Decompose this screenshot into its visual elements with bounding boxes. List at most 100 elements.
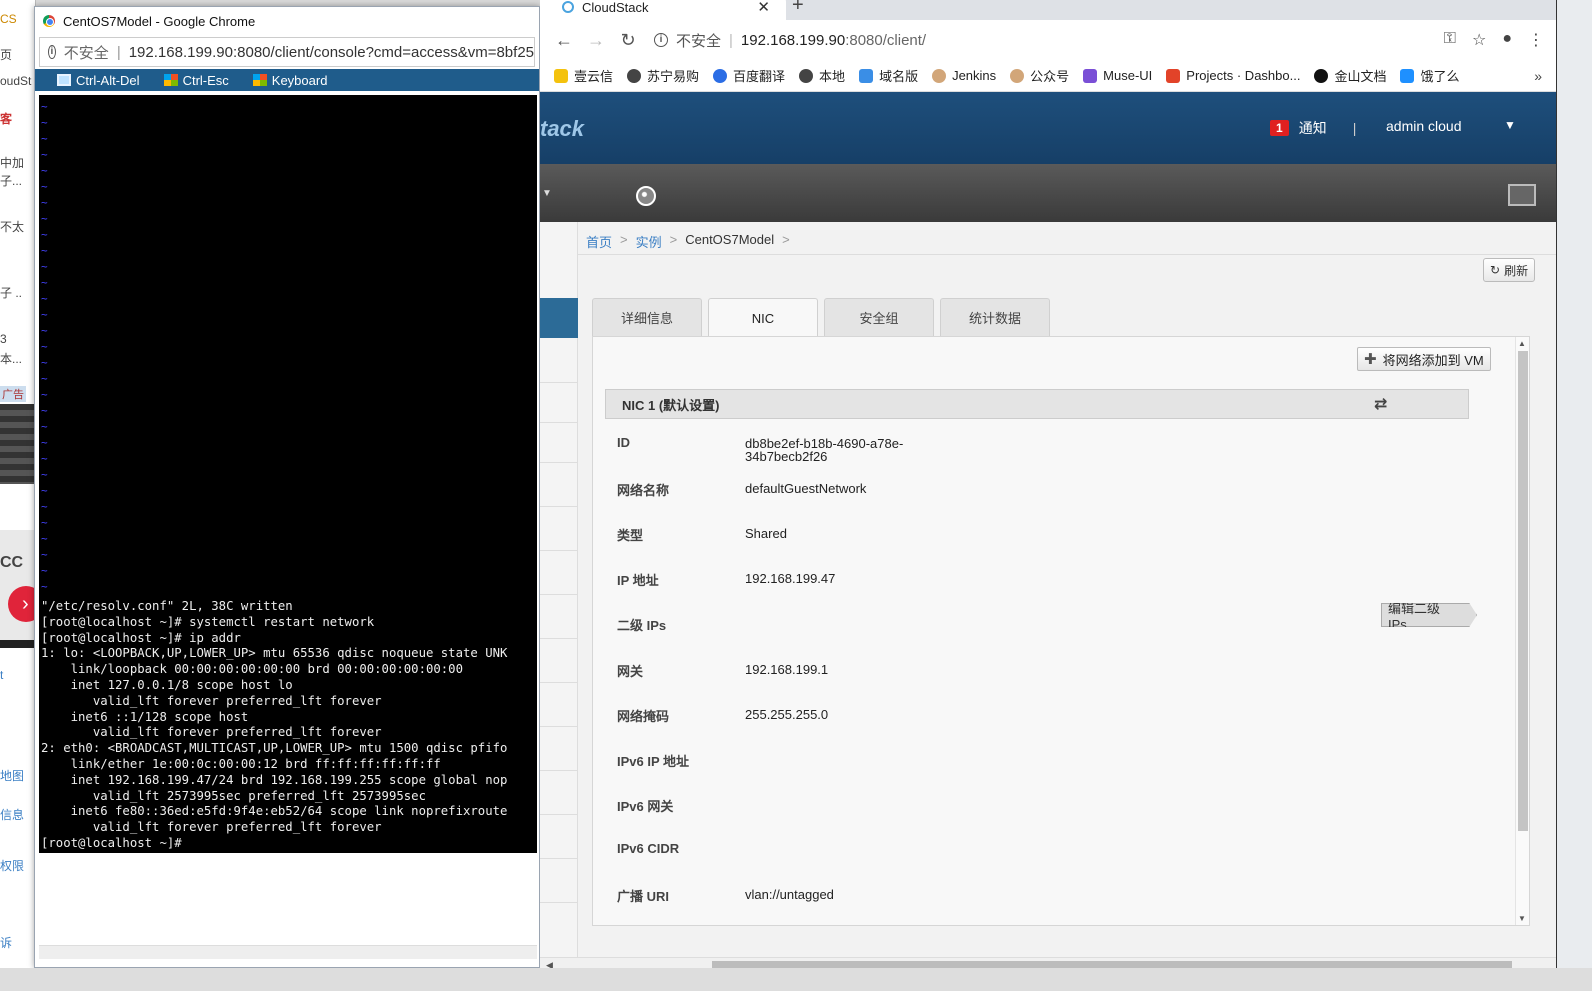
sidebar-divider bbox=[540, 638, 578, 639]
field-value: Shared bbox=[745, 526, 787, 541]
vim-tilde: ~ bbox=[41, 388, 48, 401]
terminal-line: valid_lft forever preferred_lft forever bbox=[41, 820, 382, 835]
tab-strip: CloudStack ✕ + bbox=[540, 0, 1556, 20]
notifications-button[interactable]: 1 通知 | bbox=[1270, 118, 1356, 138]
terminal-line: 1: lo: <LOOPBACK,UP,LOWER_UP> mtu 65536 … bbox=[41, 646, 508, 661]
back-arrow-icon[interactable]: ← bbox=[552, 30, 576, 51]
breadcrumb-current[interactable]: CentOS7Model bbox=[685, 232, 774, 251]
field-label: ID bbox=[617, 435, 630, 450]
bookmark-label: 百度翻译 bbox=[733, 69, 786, 84]
tab-cloudstack[interactable]: CloudStack ✕ bbox=[540, 0, 786, 20]
user-menu[interactable]: admin cloud bbox=[1386, 118, 1462, 134]
tab-nic[interactable]: NIC bbox=[708, 298, 818, 337]
console-horizontal-scrollbar[interactable] bbox=[39, 945, 537, 959]
ctrl-alt-del-button[interactable]: Ctrl-Alt-Del bbox=[57, 73, 140, 88]
edit-secondary-ips-button[interactable]: 编辑二级 IPs bbox=[1381, 603, 1477, 627]
monitor-icon bbox=[57, 74, 71, 86]
bookmark-item[interactable]: 公众号 bbox=[1010, 66, 1069, 85]
bookmark-item[interactable]: Projects · Dashbo... bbox=[1166, 68, 1300, 83]
ctrl-esc-button[interactable]: Ctrl-Esc bbox=[163, 73, 229, 88]
star-icon[interactable]: ☆ bbox=[1472, 30, 1486, 50]
console-url-bar[interactable]: i 不安全 | 192.168.199.90:8080/client/conso… bbox=[39, 37, 535, 67]
bookmark-item[interactable]: Muse-UI bbox=[1083, 68, 1152, 83]
vim-tilde: ~ bbox=[41, 484, 48, 497]
keyboard-button[interactable]: Keyboard bbox=[252, 73, 327, 88]
sidebar-divider bbox=[540, 858, 578, 859]
swap-arrows-icon[interactable]: ⇄ bbox=[1374, 394, 1387, 414]
account-icon[interactable]: ● bbox=[1502, 30, 1512, 50]
refresh-button[interactable]: ↻ 刷新 bbox=[1483, 258, 1536, 282]
plus-icon: ✚ bbox=[1364, 351, 1377, 368]
vim-tilde: ~ bbox=[41, 580, 48, 593]
info-icon[interactable]: i bbox=[654, 33, 668, 47]
field-value: vlan://untagged bbox=[745, 887, 834, 902]
bg-divider bbox=[0, 640, 35, 648]
tab-statistics[interactable]: 统计数据 bbox=[940, 298, 1050, 336]
add-network-to-vm-button[interactable]: ✚ 将网络添加到 VM bbox=[1357, 347, 1491, 371]
sidebar-divider bbox=[540, 726, 578, 727]
terminal-line: link/ether 1e:00:0c:00:00:12 brd ff:ff:f… bbox=[41, 756, 441, 771]
nic-header: NIC 1 (默认设置) ⇄ bbox=[605, 389, 1469, 419]
sidebar-divider bbox=[540, 462, 578, 463]
vim-tilde: ~ bbox=[41, 468, 48, 481]
bookmark-item[interactable]: 本地 bbox=[799, 66, 845, 85]
bookmark-item[interactable]: Jenkins bbox=[932, 68, 996, 83]
key-icon[interactable]: ⚿ bbox=[1444, 30, 1456, 50]
nic-panel: ✚ 将网络添加到 VM NIC 1 (默认设置) ⇄ ID db8be2ef-b… bbox=[592, 336, 1530, 926]
nic-field-netmask: 网络掩码 255.255.255.0 bbox=[617, 706, 1477, 751]
bookmark-item[interactable]: 百度翻译 bbox=[713, 66, 785, 85]
refresh-label: 刷新 bbox=[1504, 263, 1529, 278]
vim-tilde: ~ bbox=[41, 436, 48, 449]
bookmark-item[interactable]: 饿了么 bbox=[1400, 66, 1459, 85]
bookmark-item[interactable]: 壹云信 bbox=[554, 66, 613, 85]
user-dropdown-caret-icon[interactable]: ▼ bbox=[1504, 118, 1516, 132]
bookmark-item[interactable]: 金山文档 bbox=[1314, 66, 1386, 85]
panel-vertical-scrollbar[interactable]: ▲ ▼ bbox=[1515, 337, 1529, 925]
scroll-up-icon[interactable]: ▲ bbox=[1518, 339, 1526, 348]
close-tab-icon[interactable]: ✕ bbox=[757, 0, 770, 16]
breadcrumb-separator: > bbox=[669, 232, 678, 247]
bg-label: t bbox=[0, 668, 4, 682]
bg-label: 地图 bbox=[0, 769, 25, 783]
breadcrumb-instances[interactable]: 实例 bbox=[636, 232, 662, 251]
nic-field-id: ID db8be2ef-b18b-4690-a78e- 34b7becb2f26 bbox=[617, 435, 1477, 480]
field-label: IPv6 IP 地址 bbox=[617, 754, 690, 769]
reload-icon[interactable]: ↻ bbox=[616, 30, 640, 51]
sidebar-divider bbox=[540, 594, 578, 595]
sidebar-divider bbox=[540, 682, 578, 683]
vim-tilde: ~ bbox=[41, 276, 48, 289]
globe-icon bbox=[799, 68, 814, 83]
muse-ui-icon bbox=[1083, 68, 1098, 83]
sidebar-item-instances[interactable] bbox=[540, 298, 578, 338]
forward-arrow-icon[interactable]: → bbox=[584, 30, 608, 51]
windows-icon bbox=[252, 74, 267, 86]
folder-icon bbox=[554, 68, 568, 83]
bookmark-item[interactable]: 苏宁易购 bbox=[627, 66, 699, 85]
nic-field-ipv6-gateway: IPv6 网关 bbox=[617, 796, 1477, 841]
address-bar[interactable]: i 不安全 | 192.168.199.90:8080/client/ bbox=[654, 30, 926, 51]
bookmarks-overflow-icon[interactable]: » bbox=[1534, 68, 1542, 84]
tab-security-groups[interactable]: 安全组 bbox=[824, 298, 934, 336]
new-tab-icon[interactable]: + bbox=[792, 0, 804, 17]
bg-label: 中加 bbox=[0, 156, 25, 170]
sidebar-divider bbox=[540, 506, 578, 507]
bookmark-item[interactable]: 域名版 bbox=[859, 66, 918, 85]
breadcrumb-divider bbox=[578, 254, 1556, 255]
nic-title: NIC 1 (默认设置) bbox=[622, 397, 720, 413]
menu-dots-icon[interactable]: ⋮ bbox=[1528, 30, 1544, 50]
bg-next-button[interactable]: › bbox=[8, 586, 35, 622]
scroll-down-icon[interactable]: ▼ bbox=[1518, 914, 1526, 923]
certificate-icon[interactable] bbox=[1508, 184, 1536, 206]
nic-field-ipv6-cidr: IPv6 CIDR bbox=[617, 841, 1477, 886]
scrollbar-thumb[interactable] bbox=[1518, 351, 1528, 831]
vim-tilde: ~ bbox=[41, 452, 48, 465]
console-titlebar[interactable]: CentOS7Model - Google Chrome bbox=[35, 7, 539, 35]
tab-details[interactable]: 详细信息 bbox=[592, 298, 702, 336]
breadcrumb-home[interactable]: 首页 bbox=[586, 232, 612, 251]
vm-console-terminal[interactable]: ~ ~ ~ ~ ~ ~ ~ ~ ~ ~ ~ ~ ~ ~ ~ ~ ~ ~ ~ ~ ~ ~ ~ ~ ~ ~ ~ ~ ~ ~ ~ "/etc/re… bbox=[39, 95, 537, 853]
header-divider: | bbox=[1352, 120, 1357, 136]
language-globe-icon[interactable] bbox=[636, 186, 656, 206]
cloudstack-logo[interactable]: tack bbox=[540, 116, 584, 142]
info-icon[interactable]: i bbox=[48, 45, 56, 59]
project-dropdown-caret-icon[interactable]: ▼ bbox=[542, 188, 552, 199]
